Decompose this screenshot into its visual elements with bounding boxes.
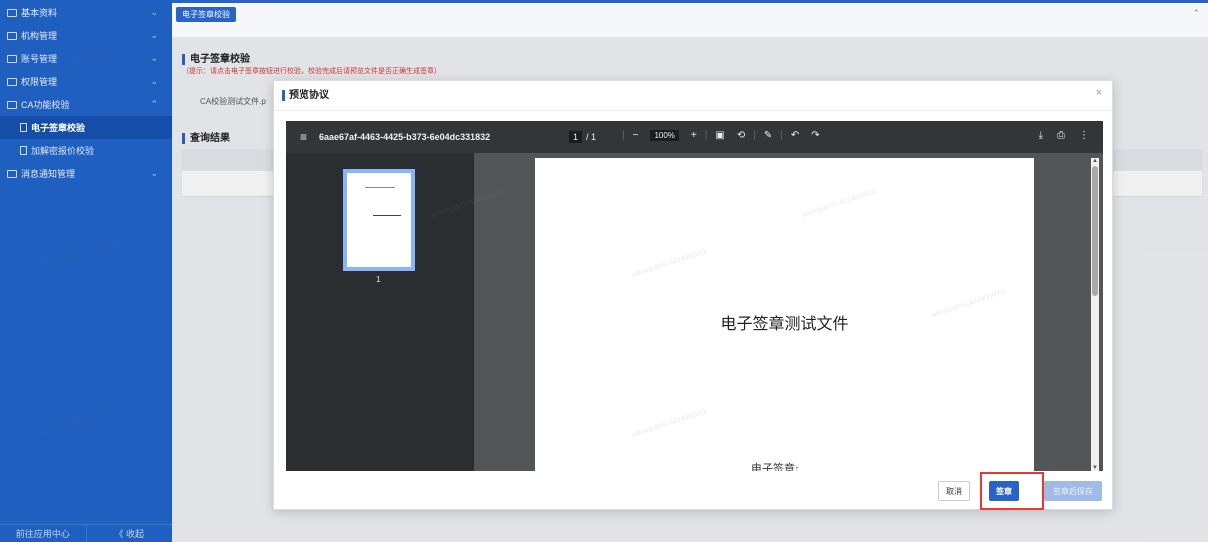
page-indicator: 1 / 1	[569, 131, 596, 143]
sign-and-save-button[interactable]: 签章后保存	[1044, 481, 1102, 501]
folder-icon	[7, 169, 17, 178]
divider	[274, 110, 1112, 111]
thumbnail-line	[365, 187, 395, 188]
page-input[interactable]: 1	[569, 131, 583, 143]
document-title: 电子签章测试文件	[720, 314, 849, 333]
pdf-page: 电子签章测试文件 电子签章:	[535, 158, 1034, 471]
thumbnail-page-number: 1	[376, 275, 381, 284]
folder-icon	[7, 77, 17, 86]
cancel-button[interactable]: 取消	[938, 481, 970, 501]
modal-title: 预览协议	[282, 90, 329, 101]
folder-icon	[7, 8, 17, 17]
zoom-controls: | − 100% + | ▣ ⟲ | ✎ | ↶ ↷	[620, 130, 826, 141]
sidebar-item-basic-info[interactable]: 基本资料 ⌄	[0, 1, 172, 24]
folder-icon	[7, 54, 17, 63]
divider: |	[704, 130, 708, 141]
zoom-out-icon[interactable]: −	[633, 130, 639, 141]
tab-bar: 电子签章校验 ⌃	[172, 0, 1208, 37]
sidebar-item-message-management[interactable]: 消息通知管理 ⌄	[0, 162, 172, 185]
divider: |	[780, 130, 783, 141]
more-icon[interactable]: ⋮	[1079, 130, 1089, 141]
print-icon[interactable]: ⎙	[1057, 130, 1065, 141]
zoom-in-icon[interactable]: +	[691, 130, 697, 141]
scrollbar-thumb[interactable]	[1092, 166, 1098, 296]
tab-esign-check[interactable]: 电子签章校验	[176, 7, 236, 22]
collapse-sidebar-button[interactable]: 《 收起	[87, 525, 173, 542]
thumbnail-line	[373, 215, 401, 216]
sidebar-subitem-label: 电子签章校验	[31, 123, 86, 133]
pdf-viewer: ≡ 6aae67af-4463-4425-b373-6e04dc331832 1…	[286, 121, 1103, 471]
document-icon	[20, 146, 27, 155]
rotate-icon[interactable]: ⟲	[737, 130, 745, 141]
sign-button[interactable]: 签章	[989, 481, 1019, 501]
app-center-link[interactable]: 前往应用中心	[0, 525, 87, 542]
fit-page-icon[interactable]: ▣	[715, 130, 724, 141]
pdf-actions: ⤓ ⎙ ⋮	[1025, 130, 1089, 141]
document-icon	[20, 123, 27, 132]
sidebar-item-account-management[interactable]: 账号管理 ⌄	[0, 47, 172, 70]
divider: |	[622, 130, 625, 141]
sidebar-item-label: 账号管理	[21, 54, 58, 64]
thumbnail-panel: 1	[286, 153, 474, 471]
divider: |	[753, 130, 756, 141]
chevron-down-icon: ⌄	[150, 76, 158, 86]
sidebar-item-org-management[interactable]: 机构管理 ⌄	[0, 24, 172, 47]
pdf-file-name: 6aae67af-4463-4425-b373-6e04dc331832	[319, 132, 491, 142]
sidebar-item-ca-check[interactable]: CA功能校验 ⌃	[0, 93, 172, 116]
chevron-down-icon: ⌄	[150, 30, 158, 40]
sidebar-item-label: 机构管理	[21, 31, 58, 41]
undo-icon[interactable]: ↶	[791, 130, 799, 141]
page-thumbnail[interactable]	[343, 169, 415, 271]
sidebar-subitem-esign-check[interactable]: 电子签章校验	[0, 116, 172, 139]
sidebar-item-label: 基本资料	[21, 8, 58, 18]
folder-icon	[7, 31, 17, 40]
close-icon[interactable]: ×	[1096, 87, 1102, 99]
signature-label: 电子签章:	[751, 462, 799, 471]
sidebar-subitem-encrypt-quote-check[interactable]: 加解密报价校验	[0, 139, 172, 162]
scroll-up-icon[interactable]: ▲	[1091, 158, 1099, 164]
chevron-down-icon: ⌄	[150, 53, 158, 63]
double-chevron-up-icon[interactable]: ⌃	[1192, 8, 1200, 19]
sidebar-item-label: CA功能校验	[21, 100, 70, 110]
annotate-icon[interactable]: ✎	[764, 130, 772, 141]
sidebar: 基本资料 ⌄ 机构管理 ⌄ 账号管理 ⌄ 权限管理 ⌄ CA功能校验 ⌃ 电子签…	[0, 0, 172, 542]
zoom-input[interactable]: 100%	[650, 130, 679, 141]
chevron-down-icon: ⌄	[150, 168, 158, 178]
chevron-down-icon: ⌄	[150, 7, 158, 17]
folder-icon	[7, 100, 17, 109]
sidebar-footer: 前往应用中心 《 收起	[0, 524, 172, 542]
menu-icon[interactable]: ≡	[300, 130, 307, 144]
sidebar-item-label: 消息通知管理	[21, 169, 76, 179]
chevron-up-icon: ⌃	[150, 99, 158, 109]
scrollbar[interactable]: ▲ ▼	[1091, 158, 1099, 471]
preview-modal: 预览协议 × ≡ 6aae67af-4463-4425-b373-6e04dc3…	[273, 80, 1113, 510]
download-icon[interactable]: ⤓	[1039, 130, 1043, 141]
page-total: / 1	[586, 132, 597, 142]
redo-icon[interactable]: ↷	[811, 130, 819, 141]
sidebar-item-label: 权限管理	[21, 77, 58, 87]
sidebar-subitem-label: 加解密报价校验	[31, 146, 95, 156]
sidebar-item-permission-management[interactable]: 权限管理 ⌄	[0, 70, 172, 93]
scroll-down-icon[interactable]: ▼	[1091, 465, 1099, 471]
